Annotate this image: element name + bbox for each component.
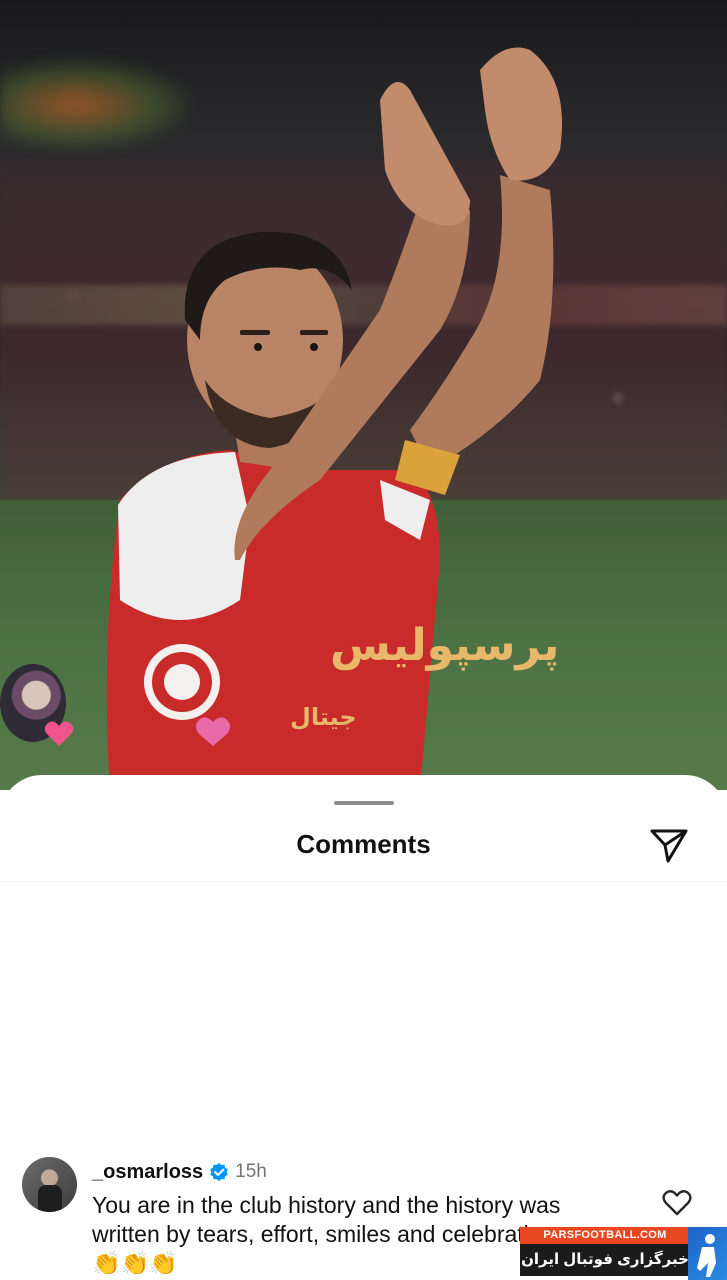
player-figure: پرسپولیس جیتال (106, 47, 562, 790)
heart-outline-icon[interactable] (662, 1189, 692, 1217)
watermark-logo-icon (688, 1227, 727, 1280)
watermark-tagline: خبرگزاری فوتبال ایران (520, 1244, 690, 1276)
verified-badge-icon (210, 1163, 228, 1181)
avatar[interactable] (22, 1157, 77, 1212)
comment-timestamp: 15h (235, 1161, 267, 1182)
jersey-sponsor-text: پرسپولیس (330, 620, 559, 671)
comment-header: _osmarloss 15h (92, 1159, 267, 1185)
comment-username[interactable]: _osmarloss (92, 1161, 203, 1184)
heart-icon (44, 721, 74, 746)
story-reply-avatar[interactable] (0, 664, 74, 746)
sheet-divider (0, 881, 727, 882)
watermark-site: PARSFOOTBALL.COM (520, 1227, 690, 1244)
sheet-title: Comments (296, 829, 431, 859)
post-photo[interactable]: پرسپولیس جیتال (0, 0, 727, 790)
comment-body: You are in the club history and the hist… (92, 1192, 573, 1247)
clapping-emojis: 👏👏👏 (92, 1250, 178, 1276)
comments-sheet: Comments _osmarloss 15h You are in the c… (0, 775, 727, 1280)
parsfootball-watermark: PARSFOOTBALL.COM خبرگزاری فوتبال ایران (520, 1227, 727, 1280)
drag-handle[interactable] (334, 801, 394, 805)
send-icon[interactable] (648, 825, 690, 865)
jersey-sponsor-subtext: جیتال (290, 703, 357, 731)
